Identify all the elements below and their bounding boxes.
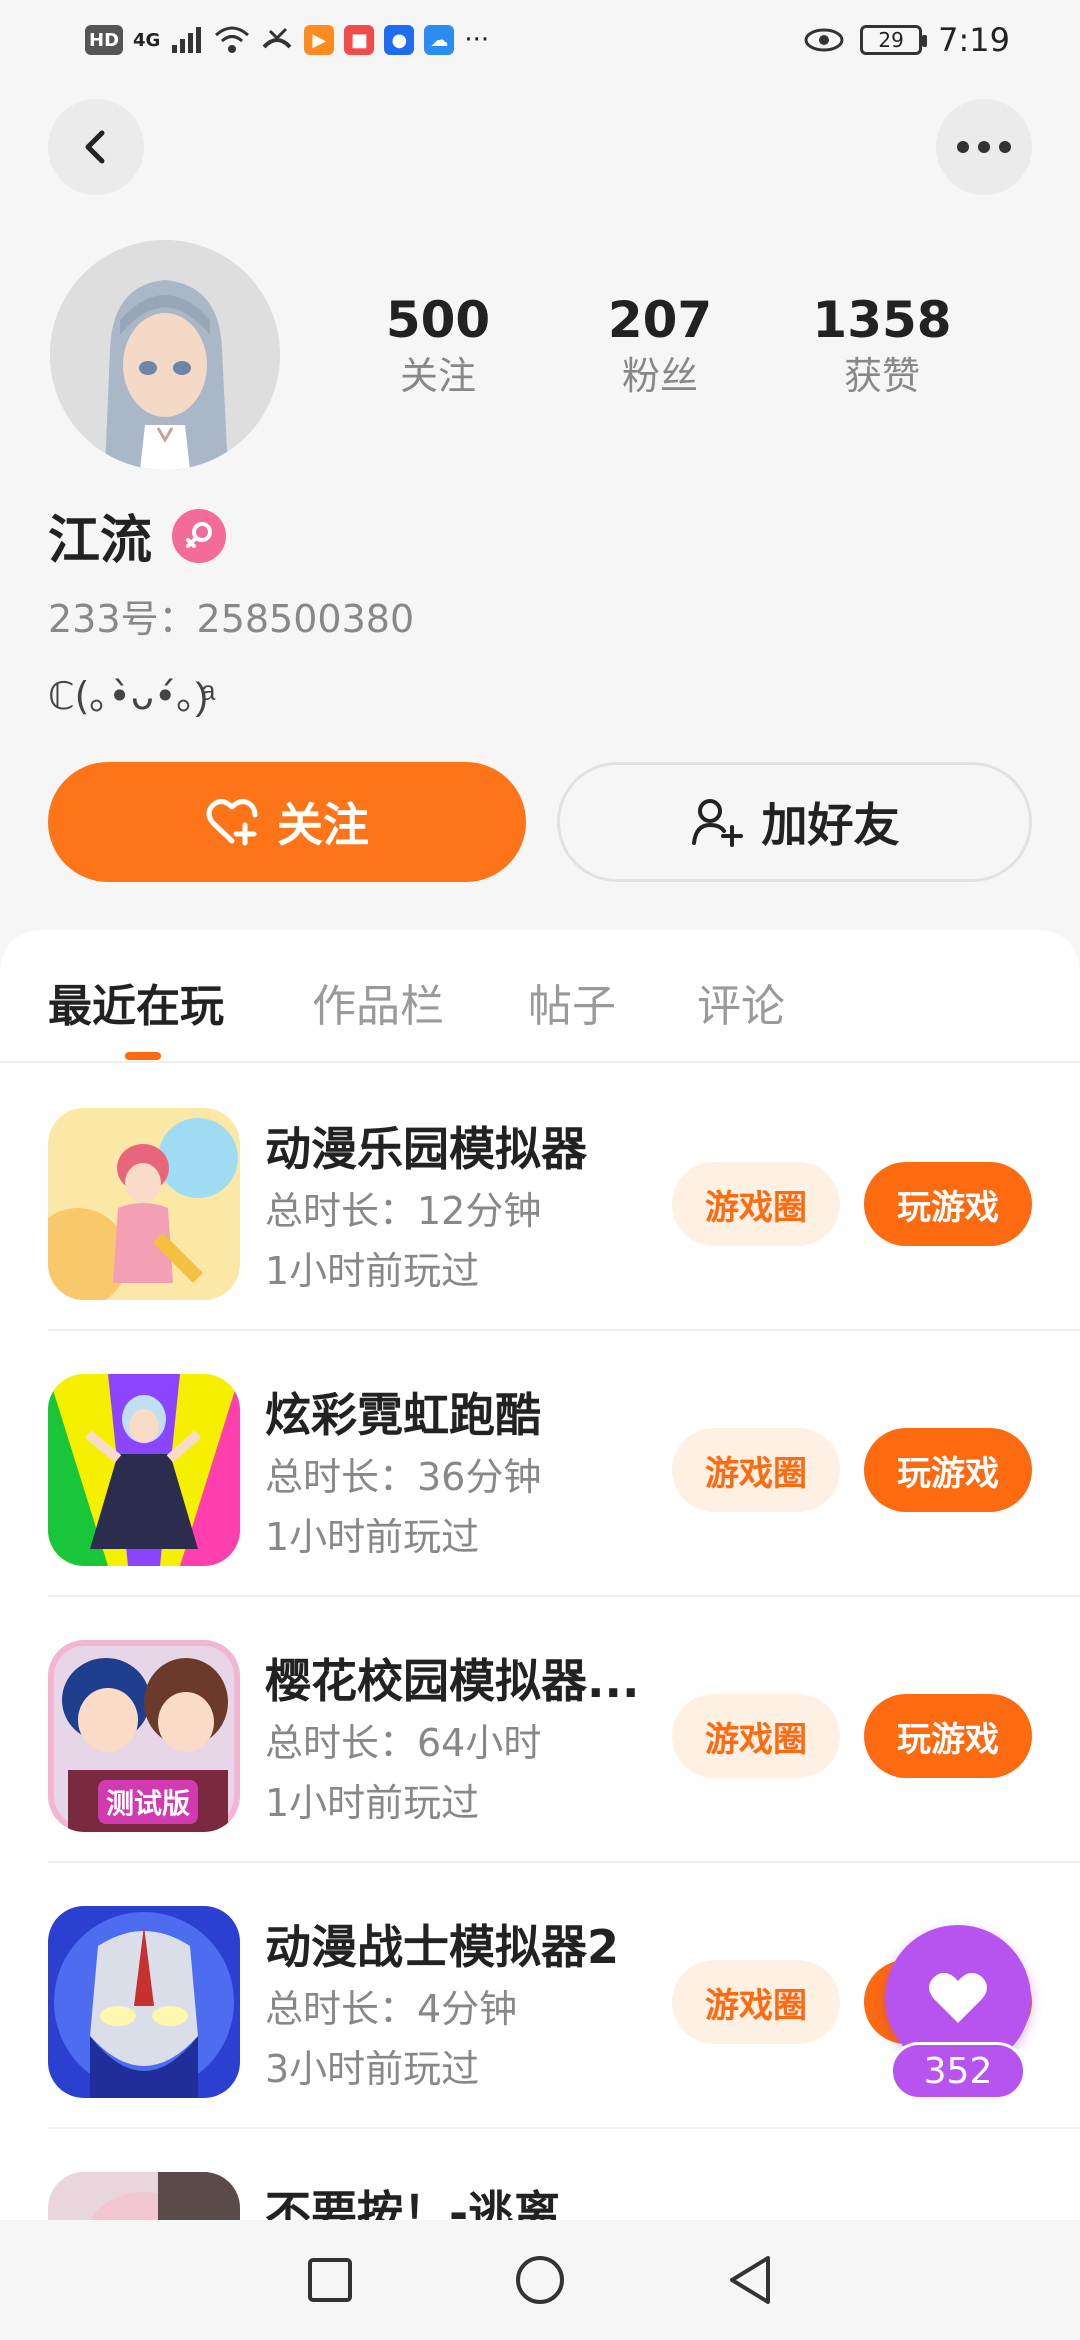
hd-badge: HD: [85, 25, 124, 55]
more-horizontal-icon: [957, 141, 1011, 153]
game-last-played: 3小时前玩过: [265, 2047, 480, 2091]
game-title: 樱花校园模拟器...: [265, 1654, 640, 1708]
game-duration: 总时长：4分钟: [265, 1987, 518, 2031]
network-type: 4G: [133, 29, 161, 51]
battery-level: 29: [878, 28, 904, 52]
game-icon[interactable]: [48, 1906, 240, 2098]
stat-label: 粉丝: [621, 354, 698, 398]
signal-icon: [172, 27, 202, 53]
like-count: 352: [890, 2042, 1026, 2100]
chevron-left-icon: [85, 130, 105, 164]
user-bio: ℂ(｡•̀ᴗ•́｡)ͣ: [48, 674, 209, 718]
back-nav-icon[interactable]: [726, 2254, 774, 2306]
game-last-played: 1小时前玩过: [265, 1781, 480, 1825]
stat-value: 1358: [812, 291, 952, 349]
game-circle-button[interactable]: 游戏圈: [672, 1162, 840, 1246]
name-row: 江流: [48, 498, 227, 573]
system-nav-bar: [0, 2220, 1080, 2340]
status-bar: HD 4G ▶ ■ ● ☁ ··· 29 7:19: [0, 0, 1080, 80]
follow-button[interactable]: 关注: [48, 762, 526, 882]
wifi-icon: [215, 26, 250, 53]
recent-apps-icon[interactable]: [306, 2256, 354, 2304]
eye-comfort-icon: [804, 28, 844, 52]
stat-value: 207: [607, 291, 713, 349]
heart-plus-icon: [206, 799, 258, 846]
game-title: 炫彩霓虹跑酷: [265, 1388, 541, 1442]
follow-button-label: 关注: [277, 798, 369, 852]
heart-icon: [929, 1972, 987, 2023]
more-notifications-icon: ···: [464, 25, 490, 55]
game-title: 动漫乐园模拟器: [265, 1122, 587, 1176]
home-icon[interactable]: [514, 2254, 566, 2306]
game-icon[interactable]: [48, 1374, 240, 1566]
battery-icon: 29: [860, 25, 928, 55]
stat-value: 500: [385, 291, 491, 349]
tab-comments[interactable]: 评论: [697, 970, 785, 1034]
add-user-icon: [691, 799, 743, 847]
list-item[interactable]: 炫彩霓虹跑酷 总时长：36分钟 1小时前玩过 游戏圈 玩游戏: [0, 1331, 1080, 1597]
bulb-app-icon: ●: [384, 25, 415, 55]
missed-call-icon: [262, 27, 292, 49]
game-title: 不要按！-逃离: [265, 2186, 561, 2220]
game-last-played: 1小时前玩过: [265, 1515, 480, 1559]
list-item[interactable]: 测试版 樱花校园模拟器... 总时长：64小时 1小时前玩过 游戏圈 玩游戏: [0, 1597, 1080, 1863]
user-id: 233号：258500380: [48, 597, 415, 641]
stat-likes[interactable]: 1358 获赞: [782, 290, 982, 402]
list-item[interactable]: 动漫乐园模拟器 总时长：12分钟 1小时前玩过 游戏圈 玩游戏: [0, 1065, 1080, 1331]
avatar-image: [50, 240, 280, 470]
cloud-app-icon: ☁: [424, 25, 455, 55]
game-title: 动漫战士模拟器2: [265, 1920, 620, 1974]
game-circle-button[interactable]: 游戏圈: [672, 1428, 840, 1512]
game-circle-button[interactable]: 游戏圈: [672, 1694, 840, 1778]
female-gender-icon: [172, 508, 227, 563]
game-duration: 总时长：12分钟: [265, 1189, 542, 1233]
user-name: 江流: [48, 511, 153, 571]
game-circle-button[interactable]: 游戏圈: [672, 1960, 840, 2044]
avatar[interactable]: [50, 240, 280, 470]
play-game-button[interactable]: 玩游戏: [864, 1694, 1032, 1778]
book-app-icon: ■: [344, 25, 375, 55]
list-item[interactable]: 不要按！-逃离: [0, 2129, 1080, 2220]
tab-posts[interactable]: 帖子: [528, 970, 616, 1034]
play-game-button[interactable]: 玩游戏: [864, 1428, 1032, 1512]
stat-label: 获赞: [843, 354, 920, 398]
tab-works[interactable]: 作品栏: [312, 970, 444, 1034]
tab-bar: 最近在玩 作品栏 帖子 评论: [0, 930, 1080, 1063]
game-icon[interactable]: [48, 1108, 240, 1300]
game-duration: 总时长：64小时: [265, 1721, 542, 1765]
stat-followers[interactable]: 207 粉丝: [560, 290, 760, 402]
tab-recently-played[interactable]: 最近在玩: [48, 970, 224, 1034]
more-options-button[interactable]: [936, 99, 1032, 195]
stat-following[interactable]: 500 关注: [338, 290, 538, 402]
game-last-played: 1小时前玩过: [265, 1249, 480, 1293]
game-icon[interactable]: 测试版: [48, 1640, 240, 1832]
game-duration: 总时长：36分钟: [265, 1455, 542, 1499]
game-icon[interactable]: [48, 2172, 240, 2220]
test-version-badge: 测试版: [98, 1780, 199, 1824]
add-friend-button-label: 加好友: [761, 798, 900, 852]
add-friend-button[interactable]: 加好友: [557, 762, 1032, 882]
stat-label: 关注: [399, 354, 476, 398]
play-game-button[interactable]: 玩游戏: [864, 1162, 1032, 1246]
back-button[interactable]: [48, 99, 144, 195]
active-tab-indicator: [125, 1052, 161, 1060]
video-app-icon: ▶: [304, 25, 335, 55]
clock: 7:19: [938, 21, 1010, 59]
